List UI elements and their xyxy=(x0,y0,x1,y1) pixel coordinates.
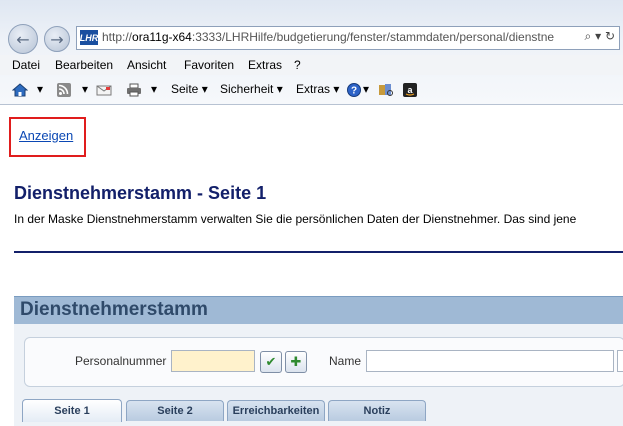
intro-text: In der Maske Dienstnehmerstamm verwalten… xyxy=(14,212,577,226)
personalnummer-input[interactable] xyxy=(171,350,255,372)
menu-extras[interactable]: Extras xyxy=(248,58,282,72)
dropdown-icon[interactable]: ▾ xyxy=(595,29,601,43)
page-content: Anzeigen Dienstnehmerstamm - Seite 1 In … xyxy=(0,105,623,426)
tab-seite-2[interactable]: Seite 2 xyxy=(126,400,224,421)
feeds-icon[interactable] xyxy=(56,82,72,97)
menu-help[interactable]: ? xyxy=(294,58,301,72)
mail-icon[interactable] xyxy=(96,82,112,96)
tab-erreichbarkeiten[interactable]: Erreichbarkeiten xyxy=(227,400,325,421)
panel-header: Dienstnehmerstamm xyxy=(14,296,623,324)
menu-datei[interactable]: Datei xyxy=(12,58,40,72)
tab-notiz[interactable]: Notiz xyxy=(328,400,426,421)
menu-bar: Datei Bearbeiten Ansicht Favoriten Extra… xyxy=(0,55,623,75)
tab-bar: Seite 1 Seite 2 Erreichbarkeiten Notiz xyxy=(22,399,623,426)
amazon-icon[interactable]: a xyxy=(402,82,418,97)
extras-menu[interactable]: Extras ▾ xyxy=(296,82,339,96)
seite-menu[interactable]: Seite ▾ xyxy=(171,82,208,96)
sicherheit-menu[interactable]: Sicherheit ▾ xyxy=(220,82,283,96)
home-dropdown-icon[interactable]: ▾ xyxy=(37,82,43,96)
arrow-left-icon: ← xyxy=(16,29,30,49)
page-title: Dienstnehmerstamm - Seite 1 xyxy=(14,183,267,203)
personalnummer-label: Personalnummer xyxy=(75,354,167,368)
home-icon[interactable] xyxy=(11,82,29,97)
site-favicon: LHR xyxy=(80,30,98,45)
print-icon[interactable] xyxy=(126,82,142,97)
search-icon[interactable]: ⌕ xyxy=(585,29,592,43)
menu-ansicht[interactable]: Ansicht xyxy=(127,58,166,72)
forward-button[interactable]: → xyxy=(44,26,70,52)
name-label: Name xyxy=(329,354,362,368)
print-dropdown-icon[interactable]: ▾ xyxy=(151,82,157,96)
research-icon[interactable] xyxy=(378,82,394,96)
panel-title: Dienstnehmerstamm xyxy=(20,299,208,320)
feeds-dropdown-icon[interactable]: ▾ xyxy=(82,82,88,96)
svg-text:?: ? xyxy=(351,86,357,97)
checkmark-icon: ✔ xyxy=(265,354,277,370)
search-form: Personalnummer ✔ ✚ Name xyxy=(24,337,623,387)
refresh-icon[interactable]: ↻ xyxy=(605,29,615,43)
url-text: http://ora11g-x64:3333/LHRHilfe/budgetie… xyxy=(102,30,555,44)
form-panel: Personalnummer ✔ ✚ Name Seite 1 Seite 2 … xyxy=(14,324,623,426)
address-actions[interactable]: ⌕ ▾ ↻ xyxy=(585,29,615,44)
command-bar: ▾ ▾ ▾ Seite ▾ Sicherheit ▾ Extras ▾ ? ▾ … xyxy=(0,76,623,102)
divider xyxy=(14,251,623,253)
name-input[interactable] xyxy=(366,350,614,372)
tab-seite-1[interactable]: Seite 1 xyxy=(22,399,122,422)
browser-chrome: ← → LHR http://ora11g-x64:3333/LHRHilfe/… xyxy=(0,0,623,105)
arrow-right-icon: → xyxy=(50,29,64,49)
confirm-button[interactable]: ✔ xyxy=(260,351,282,373)
help-icon[interactable]: ? xyxy=(346,82,362,97)
menu-favoriten[interactable]: Favoriten xyxy=(184,58,234,72)
anzeigen-link[interactable]: Anzeigen xyxy=(19,128,73,143)
back-button[interactable]: ← xyxy=(8,24,38,54)
plus-icon: ✚ xyxy=(290,354,302,370)
help-dropdown-icon[interactable]: ▾ xyxy=(363,82,369,96)
next-input[interactable] xyxy=(617,350,623,372)
add-button[interactable]: ✚ xyxy=(285,351,307,373)
address-bar[interactable]: LHR http://ora11g-x64:3333/LHRHilfe/budg… xyxy=(76,26,620,50)
menu-bearbeiten[interactable]: Bearbeiten xyxy=(55,58,113,72)
